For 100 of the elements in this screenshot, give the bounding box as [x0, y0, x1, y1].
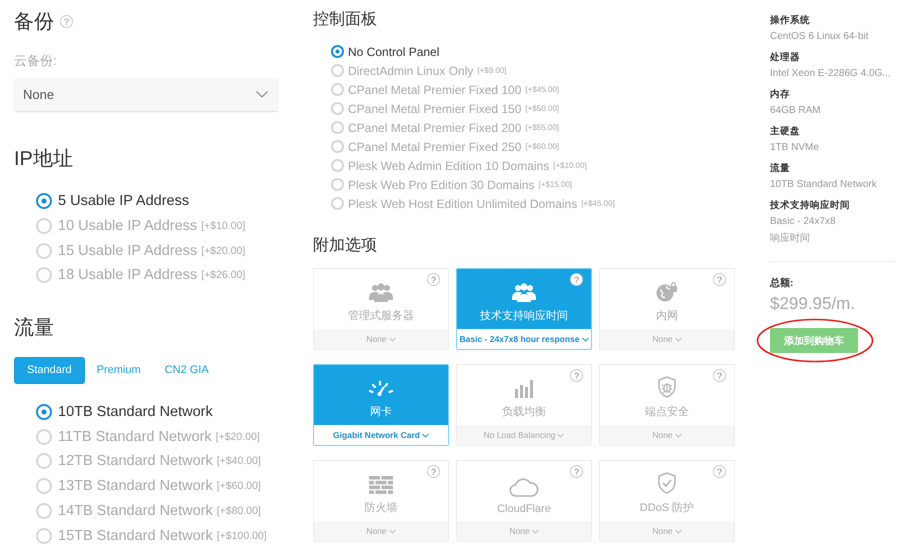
addon-card[interactable]: 内网 None ? — [599, 268, 735, 350]
option-label: 14TB Standard Network — [58, 502, 213, 519]
option-label: CPanel Metal Premier Fixed 250 — [348, 140, 522, 154]
addon-dropdown[interactable]: None — [600, 521, 734, 541]
option-label: 12TB Standard Network — [58, 453, 213, 470]
tab[interactable]: CN2 GIA — [152, 356, 221, 384]
addon-name: 端点安全 — [645, 404, 689, 419]
tab[interactable]: Standard — [14, 356, 85, 384]
addon-dropdown[interactable]: None — [314, 521, 448, 541]
spec-value: 10TB Standard Network — [770, 179, 878, 190]
help-icon[interactable]: ? — [427, 465, 440, 478]
chevron-icon — [532, 528, 539, 534]
option-price: [+$20.00] — [201, 244, 246, 257]
option-label: Plesk Web Admin Edition 10 Domains — [348, 158, 550, 172]
option-price: [+$26.00] — [201, 269, 246, 282]
spec-label: 技术支持响应时间 — [770, 199, 851, 212]
addon-card[interactable]: 技术支持响应时间 Basic - 24x7x8 hour response ? — [456, 268, 592, 350]
option-price: [+$40.00] — [216, 455, 261, 468]
option-price: [+$55.00] — [525, 123, 560, 132]
option-price: [+$20.00] — [216, 430, 260, 443]
section-title: 备份 — [14, 10, 54, 35]
bar-chart-icon — [514, 378, 534, 398]
option-label: Plesk Web Host Edition Unlimited Domains — [348, 196, 578, 210]
people-icon — [369, 282, 393, 302]
option-label: Plesk Web Pro Edition 30 Domains — [348, 178, 535, 192]
help-icon[interactable]: ? — [427, 273, 440, 286]
option-label: 15 Usable IP Address — [58, 242, 198, 259]
help-icon[interactable]: ? — [713, 273, 726, 286]
spec-value: 1TB NVMe — [770, 142, 820, 153]
section-title: IP地址 — [14, 147, 74, 172]
addon-card[interactable]: 负载均衡 No Load Balancing ? — [456, 364, 592, 446]
spec-label: 内存 — [770, 88, 791, 101]
option-label: DirectAdmin Linux Only — [348, 64, 474, 78]
chevron-icon — [674, 432, 682, 438]
option-label: 5 Usable IP Address — [58, 193, 190, 210]
addon-name: 防火墙 — [364, 501, 398, 515]
people-icon — [512, 282, 536, 302]
option-label: CPanel Metal Premier Fixed 200 — [348, 120, 522, 134]
option-price: [+$100.00] — [216, 530, 267, 542]
option-price: [+$80.00] — [216, 504, 261, 517]
addon-card[interactable]: 防火墙 None ? — [313, 460, 449, 542]
addon-dropdown[interactable]: None — [314, 329, 448, 349]
chevron-icon — [557, 432, 564, 438]
chevron-icon — [388, 528, 396, 534]
addon-dropdown[interactable]: None — [600, 329, 734, 349]
addon-name: CloudFlare — [497, 503, 551, 515]
option-label: 15TB Standard Network — [58, 528, 213, 544]
total-price: $299.95/m. — [770, 294, 856, 314]
globe-lock-icon — [656, 282, 678, 302]
addon-card[interactable]: 端点安全 None ? — [599, 364, 735, 446]
section-title: 流量 — [14, 316, 55, 341]
help-icon[interactable]: ? — [570, 369, 583, 382]
addon-name: 管理式服务器 — [348, 309, 414, 323]
spec-value: Intel Xeon E-2286G 4.0G... — [770, 68, 892, 79]
option-label: CPanel Metal Premier Fixed 150 — [348, 102, 522, 116]
addon-name: 内网 — [656, 309, 678, 323]
option-price: [+$45.00] — [525, 85, 560, 94]
option-price: [+$60.00] — [525, 142, 560, 151]
option-price: [+$45.00] — [581, 199, 615, 208]
spec-value: Basic - 24x7x8 — [770, 216, 837, 227]
option-price: [+$15.00] — [538, 180, 572, 189]
option-price: [+$50.00] — [525, 104, 560, 113]
help-icon[interactable]: ? — [570, 465, 583, 478]
section-title: 附加选项 — [313, 236, 378, 256]
option-label: CPanel Metal Premier Fixed 100 — [348, 82, 522, 96]
tab[interactable]: Premium — [84, 356, 153, 384]
option-price: [+$60.00] — [216, 480, 261, 492]
addon-card[interactable]: 管理式服务器 None ? — [313, 268, 449, 350]
option-label: 18 Usable IP Address — [58, 267, 198, 284]
spec-label: 处理器 — [770, 51, 801, 64]
section-title: 控制面板 — [313, 10, 378, 30]
radio-button[interactable] — [331, 45, 344, 58]
option-price: [+$9.00] — [477, 66, 507, 75]
addon-card[interactable]: 网卡 Gigabit Network Card — [313, 364, 449, 446]
addon-dropdown[interactable]: None — [600, 425, 734, 445]
radio-button[interactable] — [36, 193, 52, 210]
addon-card[interactable]: DDoS 防护 None ? — [599, 460, 735, 542]
add-to-cart-button[interactable]: 添加到购物车 — [770, 328, 858, 353]
spec-value: CentOS 6 Linux 64-bit — [770, 31, 870, 42]
addon-dropdown[interactable]: None — [457, 521, 591, 541]
spec-label: 主硬盘 — [770, 125, 801, 138]
help-icon[interactable]: ? — [713, 369, 726, 382]
radio-button[interactable] — [36, 404, 52, 420]
brick-wall-icon — [369, 476, 393, 494]
backup-select[interactable]: None — [14, 78, 278, 111]
addon-name: 负载均衡 — [502, 405, 546, 419]
total-label: 总额: — [770, 276, 794, 290]
option-label: 11TB Standard Network — [58, 428, 212, 445]
help-icon[interactable]: ? — [713, 465, 726, 478]
help-icon[interactable]: ? — [60, 15, 73, 28]
chevron-icon — [582, 336, 588, 342]
chevron-icon — [674, 528, 682, 534]
chevron-icon — [256, 91, 268, 98]
option-label: 10TB Standard Network — [58, 404, 213, 420]
addon-name: 网卡 — [370, 405, 392, 419]
chevron-icon — [422, 432, 429, 438]
cloud-icon — [509, 477, 539, 497]
addon-card[interactable]: CloudFlare None ? — [456, 460, 592, 542]
addon-dropdown[interactable]: No Load Balancing — [457, 425, 591, 445]
shield-bug-icon — [657, 376, 677, 398]
